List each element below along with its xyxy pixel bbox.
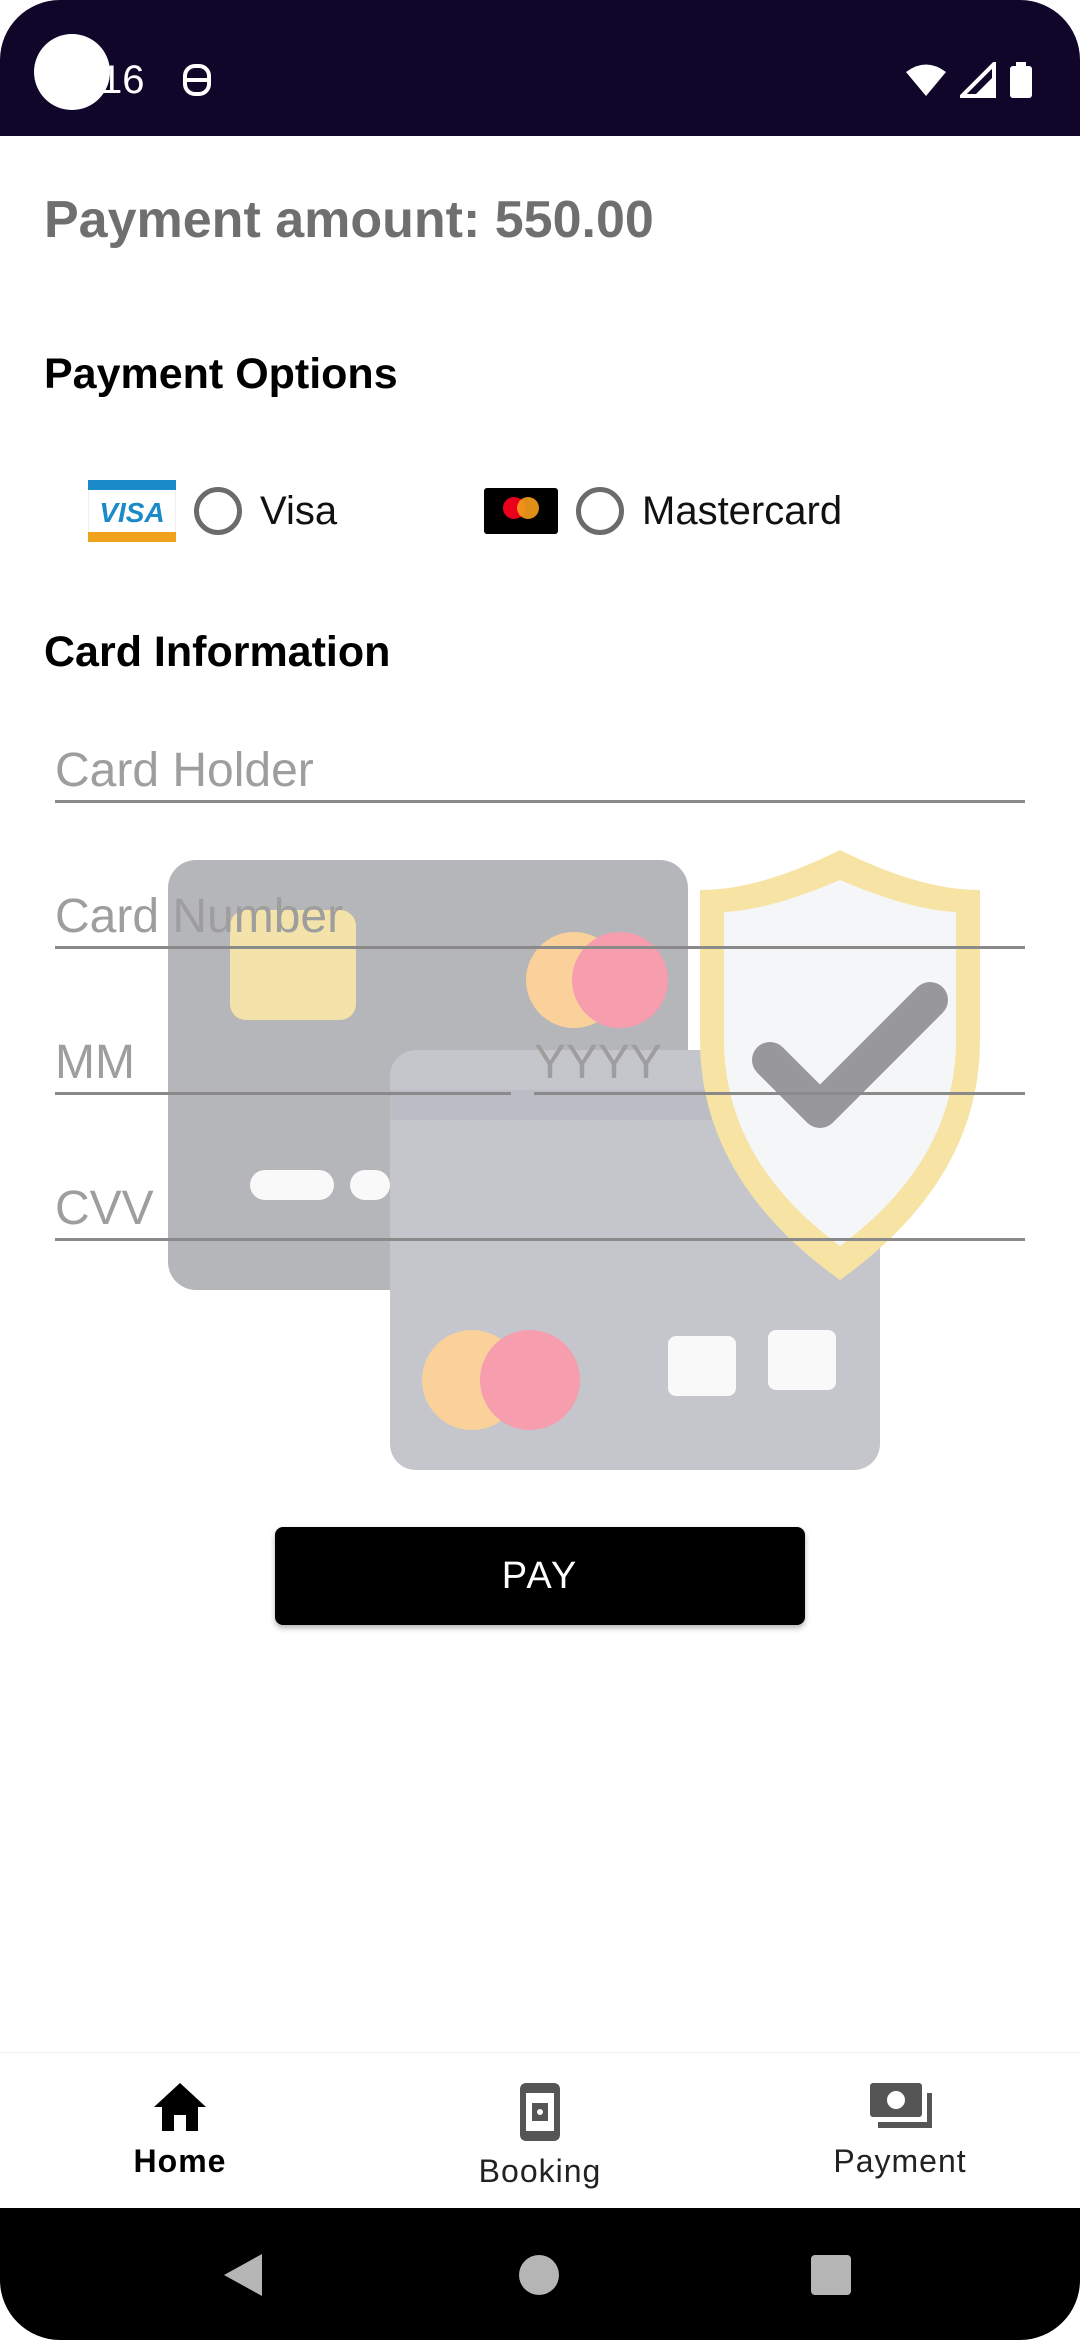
expiry-year-field[interactable] bbox=[534, 1032, 1025, 1095]
status-time: 16 bbox=[100, 58, 145, 102]
svg-text:VISA: VISA bbox=[99, 497, 164, 528]
visa-logo-icon: VISA bbox=[88, 480, 176, 542]
payment-options-title: Payment Options bbox=[44, 350, 398, 398]
wifi-icon bbox=[906, 64, 946, 96]
payment-options-group: VISA Visa Mastercard bbox=[0, 476, 1080, 546]
nav-item-payment[interactable]: Payment bbox=[720, 2053, 1080, 2209]
booking-icon bbox=[520, 2083, 560, 2141]
recents-icon[interactable] bbox=[810, 2254, 852, 2296]
option-mastercard[interactable]: Mastercard bbox=[484, 476, 842, 546]
cell-signal-icon bbox=[960, 62, 996, 98]
battery-icon bbox=[1010, 62, 1032, 98]
mastercard-logo-icon bbox=[484, 488, 558, 534]
system-navigation-bar bbox=[0, 2208, 1080, 2340]
expiry-year-input[interactable] bbox=[534, 1032, 1025, 1092]
payment-amount: Payment amount: 550.00 bbox=[44, 191, 654, 249]
card-holder-input[interactable] bbox=[55, 740, 1025, 800]
expiry-month-field[interactable] bbox=[55, 1032, 511, 1095]
nav-label-payment: Payment bbox=[833, 2143, 967, 2179]
nav-label-booking: Booking bbox=[478, 2153, 602, 2189]
notification-app-icon bbox=[183, 64, 211, 96]
nav-item-home[interactable]: Home bbox=[0, 2053, 360, 2209]
home-icon bbox=[154, 2083, 206, 2131]
cvv-field[interactable] bbox=[55, 1178, 1025, 1241]
option-visa[interactable]: VISA Visa bbox=[88, 476, 337, 546]
back-icon[interactable] bbox=[222, 2252, 264, 2298]
expiry-month-input[interactable] bbox=[55, 1032, 511, 1092]
mastercard-label: Mastercard bbox=[642, 488, 843, 533]
card-holder-field[interactable] bbox=[55, 740, 1025, 803]
bottom-navigation: Home Booking Payment bbox=[0, 2052, 1080, 2209]
payment-icon bbox=[870, 2083, 932, 2128]
card-number-field[interactable] bbox=[55, 886, 1025, 949]
card-information-title: Card Information bbox=[44, 628, 391, 676]
pay-button[interactable]: PAY bbox=[275, 1527, 805, 1625]
visa-radio[interactable] bbox=[194, 487, 242, 535]
mastercard-radio[interactable] bbox=[576, 487, 624, 535]
camera-cutout bbox=[34, 34, 110, 110]
nav-label-home: Home bbox=[133, 2143, 227, 2179]
home-circle-icon[interactable] bbox=[518, 2254, 560, 2296]
visa-label: Visa bbox=[260, 488, 338, 533]
cvv-input[interactable] bbox=[55, 1178, 1025, 1238]
card-number-input[interactable] bbox=[55, 886, 1025, 946]
status-bar: 16 bbox=[0, 0, 1080, 136]
nav-item-booking[interactable]: Booking bbox=[360, 2053, 720, 2209]
